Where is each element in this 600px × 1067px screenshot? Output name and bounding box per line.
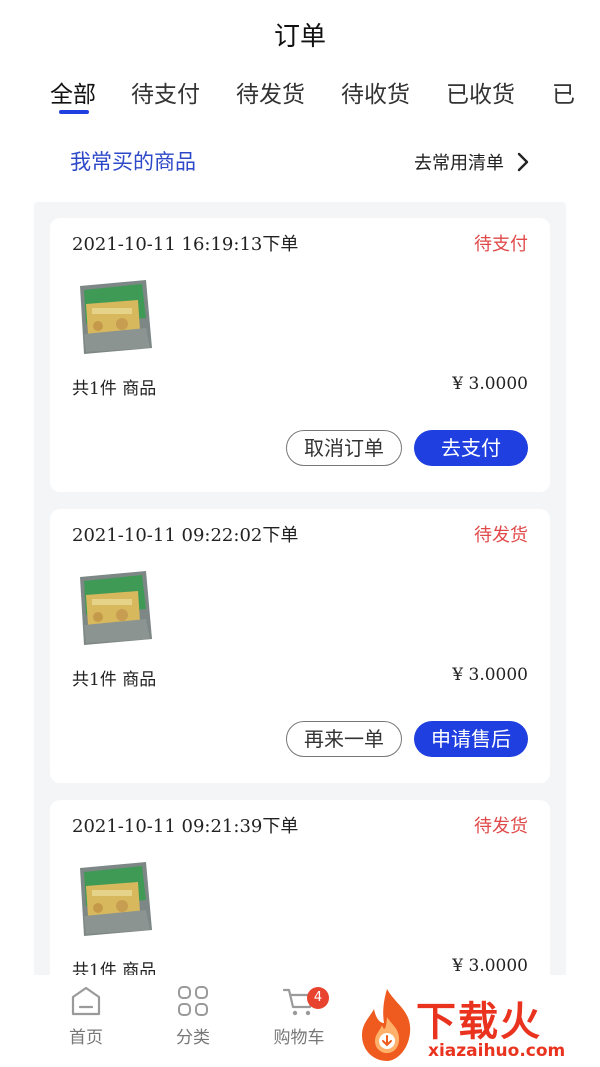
product-thumbnail[interactable]: [76, 569, 154, 647]
order-status: 待支付: [474, 234, 528, 255]
item-count: 共1件 商品: [72, 379, 157, 399]
cancel-order-button[interactable]: 取消订单: [286, 430, 402, 466]
order-price: ¥ 3.0000: [452, 956, 528, 976]
watermark-text: 下载火: [416, 999, 542, 1045]
home-icon: [71, 986, 101, 1016]
page-title: 订单: [273, 22, 326, 52]
order-list: 2021-10-11 16:19:13下单 待支付 共1件 商品 ¥ 3.000…: [34, 202, 566, 992]
order-price: ¥ 3.0000: [452, 374, 528, 394]
frequent-items-bar: 我常买的商品 去常用清单: [0, 142, 600, 182]
order-status: 待发货: [474, 525, 528, 546]
tab-cart-label: 购物车: [273, 1028, 325, 1048]
item-count: 共1件 商品: [72, 670, 157, 690]
header: 订单: [0, 0, 600, 64]
tab-pending-shipment[interactable]: 待发货: [236, 78, 305, 112]
order-time: 2021-10-11 16:19:13下单: [72, 234, 299, 255]
tab-active-indicator: [59, 110, 89, 114]
tab-home[interactable]: 首页: [46, 985, 126, 1048]
watermark-url: xiazaihuo.com: [428, 1041, 566, 1061]
chevron-right-icon[interactable]: [516, 151, 530, 173]
tab-more[interactable]: 已: [552, 78, 575, 112]
watermark-logo: 下载火 xiazaihuo.com: [354, 985, 600, 1067]
order-status: 待发货: [474, 816, 528, 837]
cart-badge: 4: [307, 987, 329, 1009]
order-card[interactable]: 2021-10-11 16:19:13下单 待支付 共1件 商品 ¥ 3.000…: [50, 218, 550, 492]
tab-pending-receipt[interactable]: 待收货: [341, 78, 410, 112]
flame-icon: [362, 989, 411, 1061]
after-sales-button[interactable]: 申请售后: [414, 721, 528, 757]
order-card[interactable]: 2021-10-11 09:22:02下单 待发货 共1件 商品 ¥ 3.000…: [50, 509, 550, 783]
order-tabs: 全部 待支付 待发货 待收货 已收货 已: [0, 78, 600, 118]
pay-button[interactable]: 去支付: [414, 430, 528, 466]
tab-pending-payment[interactable]: 待支付: [131, 78, 200, 112]
product-thumbnail[interactable]: [76, 860, 154, 938]
order-card[interactable]: 2021-10-11 09:21:39下单 待发货 共1件 商品 ¥ 3.000…: [50, 800, 550, 992]
order-price: ¥ 3.0000: [452, 665, 528, 685]
tab-category-label: 分类: [176, 1028, 210, 1048]
order-time: 2021-10-11 09:22:02下单: [72, 525, 299, 546]
grid-icon: [178, 986, 208, 1016]
product-thumbnail[interactable]: [76, 278, 154, 356]
frequent-items-title: 我常买的商品: [70, 150, 196, 174]
reorder-button[interactable]: 再来一单: [286, 721, 402, 757]
order-time: 2021-10-11 09:21:39下单: [72, 816, 299, 837]
tab-category[interactable]: 分类: [153, 985, 233, 1048]
tab-all[interactable]: 全部: [50, 78, 96, 112]
frequent-list-link[interactable]: 去常用清单: [414, 149, 504, 175]
tab-home-label: 首页: [69, 1028, 103, 1048]
tab-received[interactable]: 已收货: [446, 78, 515, 112]
